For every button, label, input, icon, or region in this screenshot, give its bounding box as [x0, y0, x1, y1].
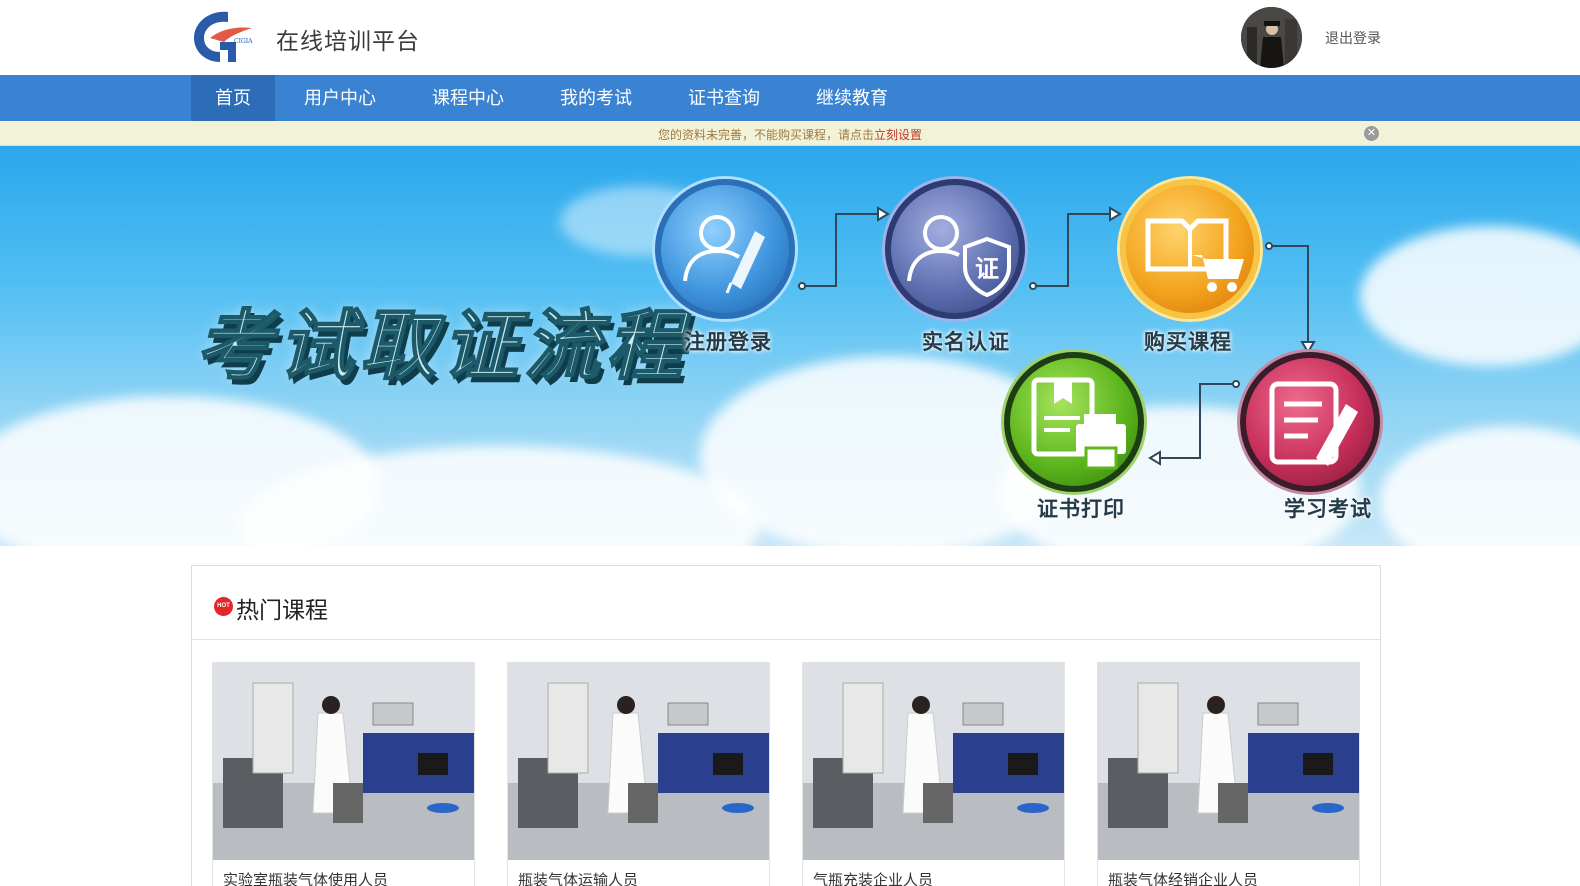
step-label: 购买课程	[1144, 331, 1232, 354]
step-label: 证书打印	[1037, 498, 1125, 521]
course-image	[213, 663, 474, 860]
course-title[interactable]: 气瓶充装企业人员	[813, 869, 933, 886]
process-banner: 考试取证流程 注册登录 证 实名认证 购买课程 学习考试 证书打印	[0, 146, 1580, 546]
hot-courses-panel: HOT 热门课程 实验室瓶装气体使用人员 瓶装气体运输人员 气瓶充装企业人员 瓶…	[191, 565, 1381, 886]
step-buy-course	[1120, 179, 1260, 319]
certificate-printer-icon	[1031, 377, 1126, 470]
step-study-exam	[1240, 352, 1380, 492]
site-title: 在线培训平台	[276, 28, 420, 54]
user-shield-icon: 证	[907, 215, 1011, 298]
course-card[interactable]: 瓶装气体运输人员	[507, 662, 770, 886]
notice-message: 您的资料未完善，不能购买课程，请点击	[657, 128, 874, 142]
profile-notice-bar: 您的资料未完善，不能购买课程，请点击立刻设置 ✕	[0, 121, 1580, 146]
close-icon[interactable]: ✕	[1364, 126, 1379, 141]
course-image	[508, 663, 769, 860]
course-card[interactable]: 瓶装气体经销企业人员	[1097, 662, 1360, 886]
user-pen-icon	[683, 215, 765, 294]
course-title[interactable]: 瓶装气体经销企业人员	[1108, 869, 1258, 886]
step-real-name-auth: 证	[885, 179, 1025, 319]
logo-text: CIGIA	[234, 38, 253, 45]
nav-item-certificate-query[interactable]: 证书查询	[659, 75, 787, 121]
main-nav: 首页 用户中心 课程中心 我的考试 证书查询 继续教育	[0, 75, 1580, 121]
step-register-login	[655, 179, 795, 319]
logout-link[interactable]: 退出登录	[1325, 28, 1381, 48]
nav-item-course-center[interactable]: 课程中心	[403, 75, 531, 121]
course-title[interactable]: 实验室瓶装气体使用人员	[223, 869, 388, 886]
site-header: CIGIA 在线培训平台 退出登录	[0, 0, 1580, 75]
setup-now-link[interactable]: 立刻设置	[874, 128, 922, 142]
document-pen-icon	[1269, 381, 1358, 466]
panel-title: 热门课程	[236, 597, 328, 623]
step-label: 实名认证	[922, 331, 1010, 354]
avatar[interactable]	[1241, 7, 1302, 68]
shield-char: 证	[975, 255, 999, 283]
flow-arrows	[798, 206, 1316, 466]
step-label: 注册登录	[684, 331, 772, 354]
course-card[interactable]: 实验室瓶装气体使用人员	[212, 662, 475, 886]
course-card[interactable]: 气瓶充装企业人员	[802, 662, 1065, 886]
course-image	[803, 663, 1064, 860]
book-cart-icon	[1145, 218, 1244, 292]
nav-item-my-exams[interactable]: 我的考试	[531, 75, 659, 121]
nav-item-user-center[interactable]: 用户中心	[275, 75, 403, 121]
hot-icon: HOT	[214, 597, 233, 616]
panel-header: HOT 热门课程	[192, 566, 1380, 640]
step-certificate-print	[1004, 352, 1144, 492]
nav-item-home[interactable]: 首页	[191, 75, 275, 121]
nav-item-continuing-education[interactable]: 继续教育	[787, 75, 915, 121]
course-title[interactable]: 瓶装气体运输人员	[518, 869, 638, 886]
course-image	[1098, 663, 1359, 860]
logo[interactable]: CIGIA	[190, 8, 258, 66]
notice-text: 您的资料未完善，不能购买课程，请点击立刻设置	[0, 126, 1580, 143]
step-label: 学习考试	[1284, 498, 1372, 521]
